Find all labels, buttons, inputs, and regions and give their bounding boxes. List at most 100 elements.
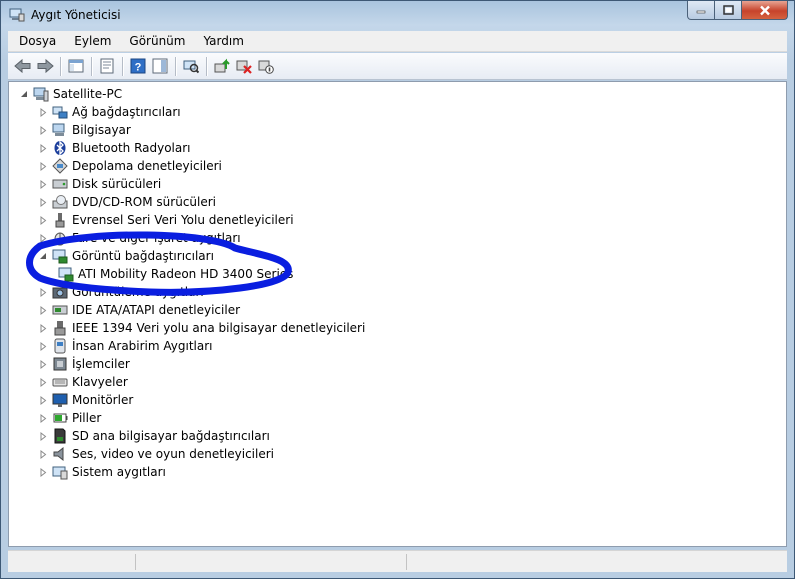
tree-category[interactable]: Depolama denetleyicileri xyxy=(38,157,222,175)
toolbar-separator xyxy=(175,56,176,76)
dvd-drive-icon xyxy=(52,195,68,209)
tree-category[interactable]: DVD/CD-ROM sürücüleri xyxy=(38,193,216,211)
expand-triangle-icon[interactable] xyxy=(38,409,48,427)
tree-category-label: Bilgisayar xyxy=(72,123,131,137)
title-bar[interactable]: Aygıt Yöneticisi xyxy=(1,1,794,29)
tree-child-display-adapter[interactable]: ATI Mobility Radeon HD 3400 Series xyxy=(58,265,293,283)
expand-triangle-icon[interactable] xyxy=(38,103,48,121)
expand-triangle-icon[interactable] xyxy=(38,463,48,481)
expand-triangle-icon[interactable] xyxy=(38,229,48,247)
expand-triangle-icon[interactable] xyxy=(38,427,48,445)
expand-triangle-icon[interactable] xyxy=(38,337,48,355)
expand-triangle-icon[interactable] xyxy=(38,445,48,463)
expand-triangle-icon[interactable] xyxy=(38,157,48,175)
tree-category[interactable]: Ses, video ve oyun denetleyicileri xyxy=(38,445,274,463)
expand-triangle-icon[interactable] xyxy=(38,193,48,211)
tree-category[interactable]: Klavyeler xyxy=(38,373,128,391)
help-button[interactable]: ? xyxy=(127,55,149,77)
expand-triangle-icon[interactable] xyxy=(38,355,48,373)
device-manager-window: Aygıt Yöneticisi Dosya Eylem Görünüm Yar… xyxy=(0,0,795,579)
tree-category[interactable]: IEEE 1394 Veri yolu ana bilgisayar denet… xyxy=(38,319,365,337)
tree-category[interactable]: İşlemciler xyxy=(38,355,130,373)
toolbar-separator xyxy=(206,56,207,76)
tree-category[interactable]: Sistem aygıtları xyxy=(38,463,166,481)
forward-arrow-icon xyxy=(37,58,54,74)
show-action-pane-button[interactable] xyxy=(149,55,171,77)
expand-triangle-icon[interactable] xyxy=(38,121,48,139)
tree-category-label: Görüntüleme aygıtları xyxy=(72,285,204,299)
scan-hardware-icon xyxy=(183,60,199,74)
expand-triangle-icon[interactable] xyxy=(38,319,48,337)
display-adapter-name: ATI Mobility Radeon HD 3400 Series xyxy=(78,267,294,281)
toolbar-separator xyxy=(91,56,92,76)
device-tree[interactable]: Satellite-PC Ağ bağdaştırıcıları Bilgisay… xyxy=(8,81,787,547)
expand-triangle-icon[interactable] xyxy=(38,301,48,319)
tree-category-label: Fare ve diğer işaret aygıtları xyxy=(72,231,241,245)
update-driver-button[interactable] xyxy=(211,55,233,77)
tree-category[interactable]: Bluetooth Radyoları xyxy=(38,139,191,157)
disable-device-button[interactable] xyxy=(255,55,277,77)
close-icon xyxy=(759,5,770,15)
back-button[interactable] xyxy=(12,55,34,77)
disable-device-icon xyxy=(258,60,274,74)
collapse-triangle-icon[interactable] xyxy=(38,247,48,265)
forward-button[interactable] xyxy=(34,55,56,77)
tree-category-label: İşlemciler xyxy=(72,357,130,371)
display-adapter-icon xyxy=(52,249,68,264)
tree-category[interactable]: Bilgisayar xyxy=(38,121,131,139)
expand-triangle-icon[interactable] xyxy=(38,283,48,301)
tree-category[interactable]: Görüntüleme aygıtları xyxy=(38,283,204,301)
tree-category[interactable]: Görüntü bağdaştırıcıları xyxy=(38,247,214,265)
tree-category[interactable]: SD ana bilgisayar bağdaştırıcıları xyxy=(38,427,270,445)
sd-card-icon xyxy=(54,428,66,444)
tree-category-label: Klavyeler xyxy=(72,375,128,389)
tree-category[interactable]: Monitörler xyxy=(38,391,133,409)
tree-category[interactable]: Disk sürücüleri xyxy=(38,175,161,193)
help-icon: ? xyxy=(130,58,146,74)
tree-category[interactable]: Ağ bağdaştırıcıları xyxy=(38,103,181,121)
computer-icon xyxy=(33,87,49,102)
keyboard-icon xyxy=(52,378,68,387)
toolbar: ? xyxy=(8,53,787,80)
properties-button[interactable] xyxy=(96,55,118,77)
tree-category[interactable]: Fare ve diğer işaret aygıtları xyxy=(38,229,241,247)
ide-controller-icon xyxy=(52,305,68,315)
menu-view[interactable]: Görünüm xyxy=(120,31,194,52)
tree-category-label: Piller xyxy=(72,411,102,425)
mouse-icon xyxy=(54,232,66,246)
monitor-icon xyxy=(52,393,68,407)
tree-category-label: Ses, video ve oyun denetleyicileri xyxy=(72,447,275,461)
uninstall-device-button[interactable] xyxy=(233,55,255,77)
expand-triangle-icon[interactable] xyxy=(38,175,48,193)
back-arrow-icon xyxy=(14,58,31,74)
show-hide-console-tree-button[interactable] xyxy=(65,55,87,77)
expand-triangle-icon[interactable] xyxy=(38,211,48,229)
tree-category[interactable]: Evrensel Seri Veri Yolu denetleyicileri xyxy=(38,211,294,229)
tree-category-label: IDE ATA/ATAPI denetleyiciler xyxy=(72,303,241,317)
tree-category-label: İnsan Arabirim Aygıtları xyxy=(72,339,213,353)
maximize-icon xyxy=(722,5,734,15)
maximize-button[interactable] xyxy=(715,1,742,20)
tree-category[interactable]: IDE ATA/ATAPI denetleyiciler xyxy=(38,301,240,319)
tree-category[interactable]: İnsan Arabirim Aygıtları xyxy=(38,337,213,355)
menu-help[interactable]: Yardım xyxy=(194,31,252,52)
tree-category-label: Evrensel Seri Veri Yolu denetleyicileri xyxy=(72,213,294,227)
expand-triangle-icon[interactable] xyxy=(38,139,48,157)
tree-category-label: IEEE 1394 Veri yolu ana bilgisayar denet… xyxy=(72,321,366,335)
tree-category-label: Bluetooth Radyoları xyxy=(72,141,191,155)
expand-triangle-icon[interactable] xyxy=(38,373,48,391)
tree-category[interactable]: Piller xyxy=(38,409,101,427)
close-button[interactable] xyxy=(742,1,788,20)
menu-action[interactable]: Eylem xyxy=(65,31,120,52)
expand-triangle-icon[interactable] xyxy=(38,391,48,409)
status-separator xyxy=(406,554,407,570)
bluetooth-icon xyxy=(54,140,66,156)
scan-for-hardware-changes-button[interactable] xyxy=(180,55,202,77)
collapse-triangle-icon[interactable] xyxy=(19,85,29,103)
menu-file[interactable]: Dosya xyxy=(8,31,65,52)
minimize-button[interactable] xyxy=(687,1,715,20)
camera-icon xyxy=(52,287,68,299)
toolbar-separator xyxy=(122,56,123,76)
window-title: Aygıt Yöneticisi xyxy=(31,8,121,22)
tree-root[interactable]: Satellite-PC xyxy=(19,85,122,103)
